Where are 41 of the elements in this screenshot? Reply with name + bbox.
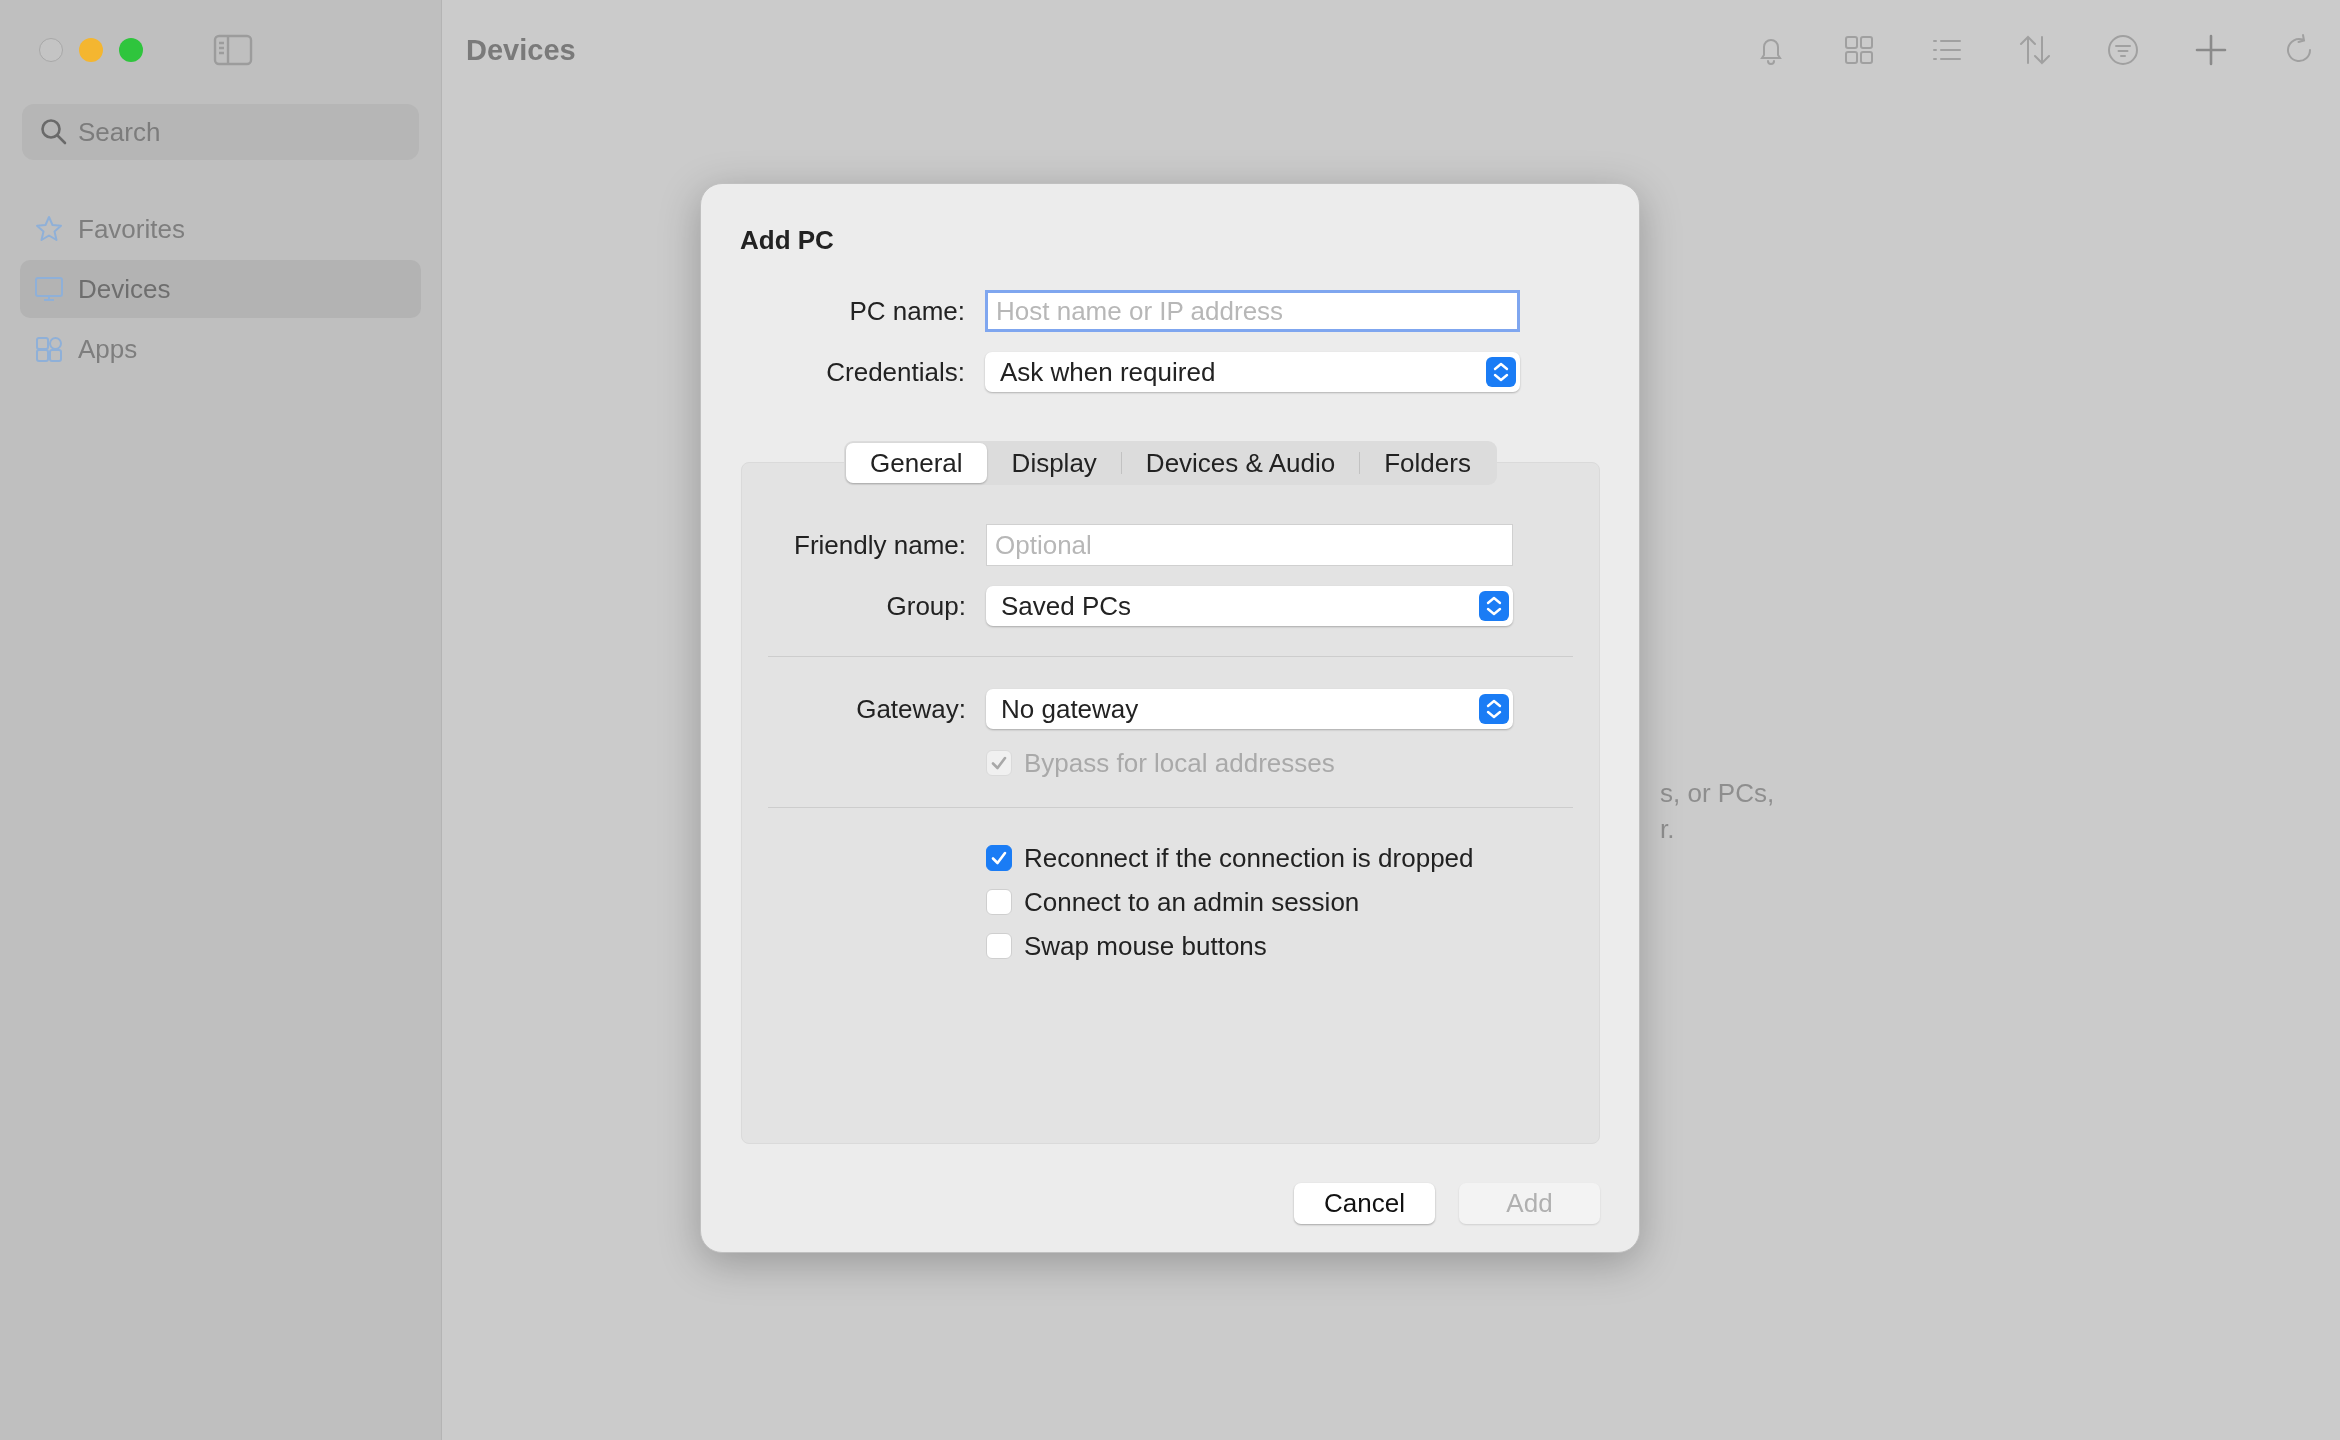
popup-menu[interactable]: No gateway (986, 689, 1513, 729)
field-label: Friendly name: (793, 529, 966, 561)
field-label: PC name: (848, 295, 965, 327)
field-label: Gateway: (855, 693, 966, 725)
star-icon (34, 214, 64, 244)
checkbox-label: Connect to an admin session (1024, 886, 1360, 918)
minimize-button[interactable] (79, 38, 103, 62)
background-text: s, or PCs, (1660, 778, 1775, 808)
popup-menu[interactable]: Saved PCs (986, 586, 1513, 626)
search-field[interactable]: Search (22, 104, 419, 160)
checkmark-icon (990, 754, 1008, 772)
grid-icon[interactable] (1842, 33, 1876, 67)
checkbox-label: Bypass for local addresses (1024, 747, 1335, 779)
apps-icon (34, 334, 64, 364)
checkbox-label: Swap mouse buttons (1024, 930, 1267, 962)
tab[interactable]: General (846, 443, 987, 483)
checkbox-label: Reconnect if the connection is dropped (1024, 842, 1474, 874)
text-field[interactable]: Optional (986, 524, 1513, 566)
field-label: Group: (885, 590, 966, 622)
checkbox[interactable] (986, 845, 1012, 871)
field-label: Credentials: (825, 356, 965, 388)
close-button[interactable] (39, 38, 63, 62)
tab[interactable]: Folders (1360, 443, 1495, 483)
text-field[interactable]: Host name or IP address (985, 290, 1520, 332)
background-text: r. (1660, 814, 1675, 844)
zoom-button[interactable] (119, 38, 143, 62)
stepper-icon (1479, 694, 1509, 724)
tab[interactable]: Devices & Audio (1121, 443, 1360, 483)
window-title: Devices (466, 33, 577, 67)
plus-icon[interactable] (2194, 33, 2228, 67)
sidebar-toggle-icon[interactable] (213, 34, 253, 66)
popup-menu[interactable]: Ask when required (985, 352, 1520, 392)
dialog-title: Add PC (740, 225, 834, 255)
checkmark-icon (990, 849, 1008, 867)
sort-arrows-icon[interactable] (2018, 33, 2052, 67)
monitor-icon (34, 274, 64, 304)
dialog-button[interactable]: Cancel (1294, 1183, 1435, 1224)
tab[interactable]: Display (987, 443, 1121, 483)
filter-icon[interactable] (2106, 33, 2140, 67)
stepper-icon (1479, 591, 1509, 621)
stepper-icon (1486, 357, 1516, 387)
